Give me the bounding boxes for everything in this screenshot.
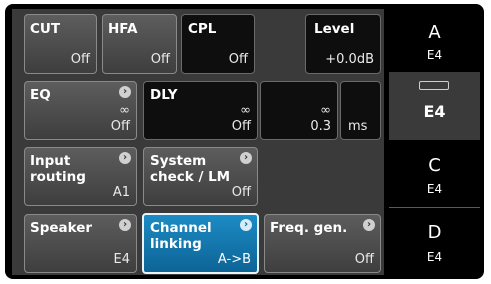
channel-a-letter: A <box>428 22 441 43</box>
cut-button[interactable]: CUT Off <box>24 14 97 74</box>
freq-gen-chevron-icon: › <box>363 219 375 231</box>
channel-tab-c[interactable]: C E4 <box>389 141 480 207</box>
cut-label: CUT <box>30 21 61 37</box>
cpl-label: CPL <box>188 21 217 37</box>
eq-button[interactable]: EQ › ∞ Off <box>24 81 137 140</box>
cpl-button[interactable]: CPL Off <box>181 14 255 74</box>
level-label: Level <box>314 21 355 37</box>
eq-value: Off <box>110 119 130 134</box>
input-routing-button[interactable]: Input routing › A1 <box>24 147 137 206</box>
channel-linking-button[interactable]: Channel linking › A->B <box>142 213 259 274</box>
delay-unit: ms <box>348 119 368 134</box>
eq-infinity: ∞ <box>119 103 130 118</box>
freq-gen-value: Off <box>354 252 374 267</box>
speaker-chevron-icon: › <box>119 219 131 231</box>
speaker-button[interactable]: Speaker › E4 <box>24 214 137 273</box>
system-check-chevron-icon: › <box>240 152 252 164</box>
delay-time-field[interactable]: ∞ 0.3 <box>260 81 338 140</box>
freq-gen-label: Freq. gen. <box>270 220 348 236</box>
speaker-value: E4 <box>113 252 131 267</box>
channel-tab-b[interactable]: E4 <box>389 72 480 140</box>
input-routing-chevron-icon: › <box>119 152 131 164</box>
freq-gen-button[interactable]: Freq. gen. › Off <box>264 214 381 273</box>
dly-label: DLY <box>150 87 178 103</box>
eq-chevron-icon: › <box>119 86 131 98</box>
channel-c-model: E4 <box>426 182 443 196</box>
channel-b-model: E4 <box>423 102 446 121</box>
channel-a-model: E4 <box>426 48 443 62</box>
input-routing-value: A1 <box>112 185 130 200</box>
channel-c-letter: C <box>428 155 441 176</box>
channel-tab-a[interactable]: A E4 <box>389 9 480 71</box>
eq-label: EQ <box>30 87 51 103</box>
channel-tab-d[interactable]: D E4 <box>389 208 480 275</box>
input-routing-label: Input routing <box>30 153 86 185</box>
channel-linking-chevron-icon: › <box>240 219 252 231</box>
hfa-button[interactable]: HFA Off <box>102 14 177 74</box>
hfa-value: Off <box>150 52 170 67</box>
dly-button[interactable]: DLY ∞ Off <box>143 81 258 140</box>
channel-b-indicator-icon <box>419 81 449 90</box>
speaker-label: Speaker <box>30 220 93 236</box>
system-check-value: Off <box>231 185 251 200</box>
channel-d-model: E4 <box>426 250 443 264</box>
delay-time-infinity: ∞ <box>320 103 331 118</box>
channel-linking-label: Channel linking <box>150 220 212 252</box>
hfa-label: HFA <box>108 21 138 37</box>
dly-infinity: ∞ <box>240 103 251 118</box>
channel-d-letter: D <box>427 222 442 243</box>
delay-time-value: 0.3 <box>310 119 331 134</box>
system-check-button[interactable]: System check / LM › Off <box>143 147 258 206</box>
level-value: +0.0dB <box>325 52 374 67</box>
system-check-label: System check / LM <box>150 153 231 185</box>
dly-value: Off <box>231 119 251 134</box>
cut-value: Off <box>70 52 90 67</box>
channel-linking-value: A->B <box>217 252 251 267</box>
level-button[interactable]: Level +0.0dB <box>305 14 381 74</box>
delay-unit-field[interactable]: ms <box>340 81 381 140</box>
cpl-value: Off <box>228 52 248 67</box>
